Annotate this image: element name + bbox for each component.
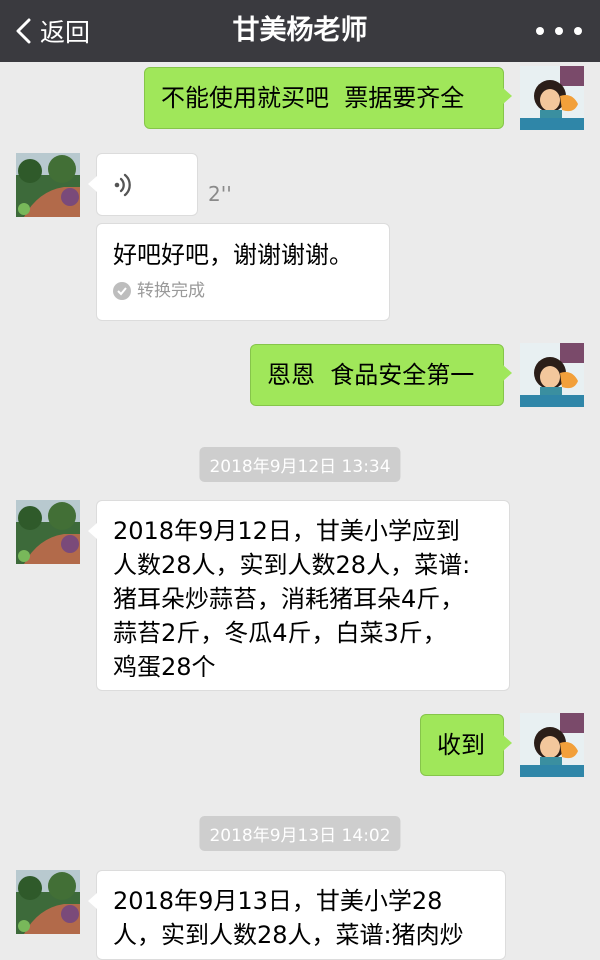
- message-incoming[interactable]: 2018年9月12日，甘美小学应到 人数28人，实到人数28人，菜谱: 猪耳朵炒…: [88, 500, 510, 691]
- message-text: 收到: [437, 731, 485, 759]
- transcription-bubble[interactable]: 好吧好吧，谢谢谢谢。 转换完成: [96, 223, 390, 321]
- back-button[interactable]: 返回: [14, 0, 90, 62]
- message-outgoing[interactable]: 不能使用就买吧 票据要齐全: [144, 67, 512, 129]
- voice-message[interactable]: [88, 153, 198, 216]
- back-label: 返回: [40, 18, 91, 47]
- message-text: 恩恩 食品安全第一: [267, 361, 475, 389]
- chat-header: 返回 甘美杨老师: [0, 0, 600, 62]
- transcription-status: 转换完成: [113, 280, 373, 302]
- voice-duration: 2'': [208, 182, 232, 206]
- message-outgoing[interactable]: 恩恩 食品安全第一: [250, 344, 512, 406]
- check-icon: [113, 282, 131, 300]
- my-avatar[interactable]: [520, 343, 584, 407]
- teacher-avatar[interactable]: [16, 153, 80, 217]
- chevron-left-icon: [14, 18, 36, 44]
- my-avatar[interactable]: [520, 66, 584, 130]
- voice-wave-icon: [111, 172, 137, 207]
- timestamp: 2018年9月13日 14:02: [199, 816, 401, 851]
- timestamp: 2018年9月12日 13:34: [199, 447, 401, 482]
- teacher-avatar[interactable]: [16, 870, 80, 934]
- my-avatar[interactable]: [520, 713, 584, 777]
- message-text: 2018年9月12日，甘美小学应到 人数28人，实到人数28人，菜谱: 猪耳朵炒…: [113, 517, 471, 681]
- message-text: 2018年9月13日，甘美小学28 人，实到人数28人，菜谱:猪肉炒: [113, 887, 464, 949]
- message-outgoing[interactable]: 收到: [420, 714, 512, 776]
- message-text: 好吧好吧，谢谢谢谢。: [113, 241, 353, 269]
- status-text: 转换完成: [137, 281, 205, 301]
- more-dots-icon[interactable]: [536, 0, 582, 62]
- teacher-avatar[interactable]: [16, 500, 80, 564]
- message-text: 不能使用就买吧 票据要齐全: [161, 84, 465, 112]
- message-incoming[interactable]: 2018年9月13日，甘美小学28 人，实到人数28人，菜谱:猪肉炒: [88, 870, 506, 960]
